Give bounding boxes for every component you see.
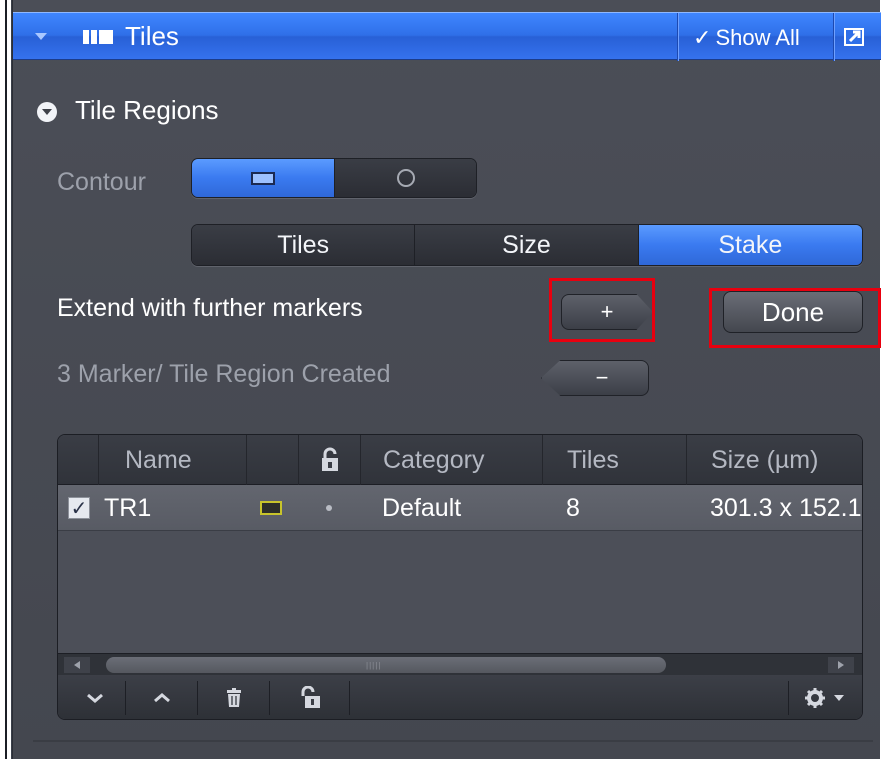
window-edge <box>0 0 12 759</box>
section-title[interactable]: Tile Regions <box>75 95 219 126</box>
table-row[interactable]: ✓ TR1 Default 8 301.3 x 152.1 <box>58 485 862 531</box>
check-icon: ✓ <box>693 25 712 50</box>
row-size: 301.3 x 152.1 <box>710 493 862 522</box>
unlock-icon <box>301 686 320 708</box>
column-header-lock[interactable] <box>298 435 360 485</box>
tab-size[interactable]: Size <box>415 225 639 265</box>
column-header-size[interactable]: Size (µm) <box>686 435 862 485</box>
marker-status-text: 3 Marker/ Tile Region Created <box>57 360 391 388</box>
column-header-tiles[interactable]: Tiles <box>542 435 686 485</box>
mode-tabs: Tiles Size Stake <box>191 224 863 266</box>
region-rectangle-icon <box>260 485 282 531</box>
chevron-down-icon <box>86 693 103 703</box>
show-all-button[interactable]: ✓ Show All <box>687 23 829 53</box>
panel-header[interactable]: Tiles ✓ Show All <box>13 12 881 61</box>
collapse-arrow-icon[interactable] <box>35 33 47 40</box>
table-toolbar <box>58 675 862 719</box>
rectangle-icon <box>251 171 275 185</box>
scroll-left-icon[interactable] <box>64 657 90 673</box>
extend-markers-label: Extend with further markers <box>57 294 363 322</box>
column-header-check[interactable] <box>58 435 98 485</box>
unlocked-dot-icon <box>326 485 332 531</box>
panel-bottom-divider <box>33 740 873 742</box>
column-header-name[interactable]: Name <box>98 435 246 485</box>
delete-button[interactable] <box>198 681 270 715</box>
contour-toggle <box>191 158 477 198</box>
tile-regions-table: Name Category Tiles Size (µm) ✓ TR1 Defa… <box>57 434 863 720</box>
tab-stake[interactable]: Stake <box>638 225 862 265</box>
table-header: Name Category Tiles Size (µm) <box>58 435 862 485</box>
column-header-shape[interactable] <box>246 435 298 485</box>
header-divider <box>677 13 678 61</box>
gear-icon <box>804 688 844 708</box>
tiles-icon <box>83 30 113 44</box>
contour-rectangle-button[interactable] <box>192 159 335 197</box>
contour-label: Contour <box>57 168 146 196</box>
remove-marker-button[interactable]: − <box>541 360 649 396</box>
show-all-label: Show All <box>715 25 800 50</box>
done-button[interactable]: Done <box>723 291 863 333</box>
lock-icon <box>321 447 338 471</box>
column-header-category[interactable]: Category <box>360 435 542 485</box>
contour-circle-button[interactable] <box>335 159 476 197</box>
panel-title: Tiles <box>125 21 179 51</box>
chevron-up-icon <box>153 693 170 703</box>
row-category: Default <box>382 493 462 522</box>
settings-menu-button[interactable] <box>788 681 858 715</box>
check-icon: ✓ <box>68 497 90 520</box>
scroll-thumb[interactable]: ||||| <box>106 657 666 673</box>
move-up-button[interactable] <box>126 681 198 715</box>
move-down-button[interactable] <box>64 681 126 715</box>
undock-icon[interactable] <box>841 25 867 49</box>
row-name: TR1 <box>104 493 152 522</box>
add-marker-button[interactable]: + <box>561 294 653 330</box>
tiles-panel: Tiles ✓ Show All Tile Regions Contour Ti… <box>12 0 881 759</box>
section-collapse-icon[interactable] <box>37 102 57 122</box>
tab-tiles[interactable]: Tiles <box>192 225 416 265</box>
trash-icon <box>226 688 241 707</box>
circle-icon <box>396 169 415 187</box>
horizontal-scrollbar[interactable]: ||||| <box>58 653 862 675</box>
header-divider <box>833 13 834 61</box>
unlock-button[interactable] <box>270 681 350 715</box>
row-tiles: 8 <box>566 493 580 522</box>
scroll-right-icon[interactable] <box>828 657 854 673</box>
row-checkbox[interactable]: ✓ <box>68 485 90 531</box>
